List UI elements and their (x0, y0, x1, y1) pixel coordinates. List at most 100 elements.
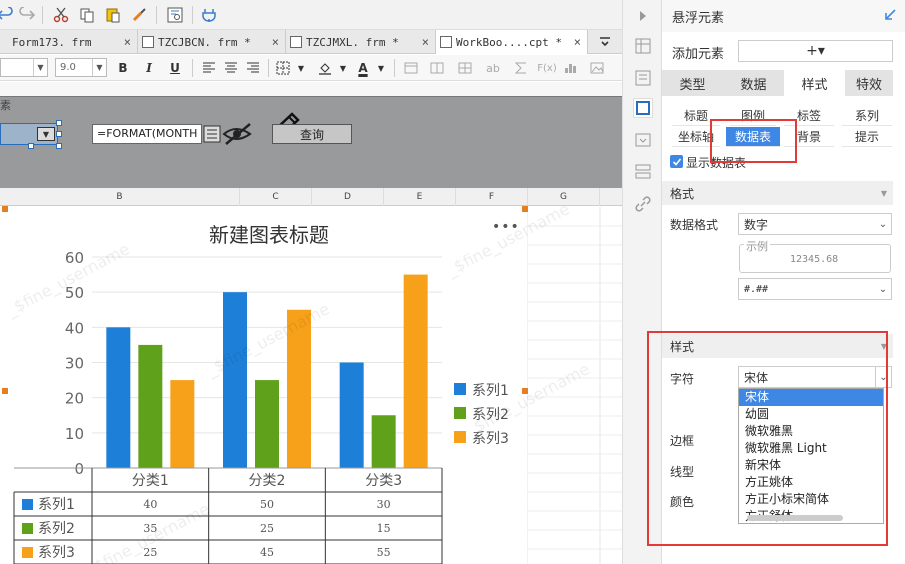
hyperlink-icon[interactable] (633, 194, 653, 214)
close-tab-icon[interactable]: × (422, 35, 429, 49)
y-tick-label: 10 (65, 425, 84, 443)
chart-handle[interactable] (2, 206, 8, 212)
table-cell-value: 15 (377, 522, 391, 535)
close-tab-icon[interactable]: × (124, 35, 131, 49)
image-insert-icon[interactable] (588, 59, 606, 77)
align-center-icon[interactable] (222, 59, 240, 77)
font-family-select[interactable]: ▼ (0, 58, 48, 77)
collapse-icon[interactable] (633, 6, 653, 26)
chart-handle[interactable] (522, 206, 528, 212)
chevron-down-icon[interactable]: ▼ (292, 59, 310, 77)
subtab-tooltip[interactable]: 提示 (842, 127, 892, 147)
file-tab[interactable]: Form173. frm × (0, 30, 138, 54)
close-tab-icon[interactable]: × (272, 35, 279, 49)
chart-handle[interactable] (522, 388, 528, 394)
condition-icon[interactable] (633, 162, 653, 182)
column-g[interactable]: G (528, 188, 600, 206)
table-series-name: 系列2 (38, 521, 75, 537)
add-element-button[interactable]: +▾ (738, 40, 893, 62)
bar (403, 274, 428, 468)
table-cell-value: 25 (143, 546, 157, 559)
chart-insert-icon[interactable] (562, 59, 580, 77)
chart-handle[interactable] (2, 388, 8, 394)
column-c[interactable]: C (240, 188, 312, 206)
tab-style[interactable]: 样式 (784, 70, 845, 96)
close-tab-icon[interactable]: × (574, 35, 581, 49)
undo-icon[interactable] (0, 4, 16, 26)
toolbar-divider (268, 59, 269, 77)
bar (255, 380, 279, 468)
fill-color-icon[interactable] (316, 59, 334, 77)
tab-type[interactable]: 类型 (662, 70, 723, 96)
cut-icon[interactable] (50, 4, 72, 26)
tab-effects[interactable]: 特效 (845, 70, 893, 96)
tab-list-icon[interactable] (594, 31, 616, 53)
plugin-icon[interactable] (198, 4, 220, 26)
resize-handle[interactable] (56, 143, 62, 149)
underline-button[interactable]: U (166, 59, 184, 77)
chevron-down-icon: ▼ (92, 59, 106, 76)
show-table-checkbox[interactable] (670, 155, 683, 168)
column-f[interactable]: F (456, 188, 528, 206)
float-element-icon[interactable] (633, 98, 653, 118)
column-d[interactable]: D (312, 188, 384, 206)
chevron-down-icon[interactable]: ▼ (334, 59, 352, 77)
redo-icon[interactable] (16, 4, 38, 26)
format-painter-icon[interactable] (128, 4, 150, 26)
formula-button[interactable]: F(x) (536, 59, 558, 77)
file-tab-active[interactable]: WorkBoo....cpt * × (436, 30, 588, 54)
italic-button[interactable]: I (140, 59, 158, 77)
style-icon[interactable] (633, 68, 653, 88)
resize-handle[interactable] (56, 131, 62, 137)
font-size-select[interactable]: 9.0 ▼ (55, 58, 107, 77)
table-legend-swatch (22, 523, 33, 534)
bold-button[interactable]: B (114, 59, 132, 77)
file-tab[interactable]: TZCJMXL. frm * × (286, 30, 436, 54)
cell-attributes-icon[interactable] (633, 36, 653, 56)
column-b[interactable]: B (0, 188, 240, 206)
hide-widget-icon[interactable] (202, 122, 254, 146)
column-e[interactable]: E (384, 188, 456, 206)
font-size-value: 9.0 (60, 62, 76, 73)
format-section-title: 格式 (670, 186, 695, 201)
align-left-icon[interactable] (200, 59, 218, 77)
font-color-button[interactable]: A (354, 59, 372, 77)
chevron-down-icon[interactable]: ▼ (372, 59, 390, 77)
table-cell-value: 50 (260, 498, 274, 511)
table-cell-value: 55 (377, 546, 391, 559)
category-label: 分类3 (365, 473, 402, 489)
cell-icon[interactable] (402, 59, 420, 77)
sum-icon[interactable] (512, 59, 530, 77)
format-pattern-select[interactable]: #.## ⌄ (738, 278, 892, 300)
collapse-panel-icon[interactable] (883, 8, 897, 26)
legend-swatch (454, 431, 466, 443)
copy-icon[interactable] (76, 4, 98, 26)
table-legend-swatch (22, 499, 33, 510)
bar (223, 292, 247, 468)
formula-display[interactable]: =FORMAT(MONTH (92, 124, 202, 144)
highlight-box (647, 331, 888, 546)
file-tab-label: TZCJBCN. frm * (158, 35, 251, 49)
bar (371, 415, 396, 468)
file-tab-label: Form173. frm (12, 35, 92, 49)
subtab-series[interactable]: 系列 (842, 106, 892, 126)
data-format-select[interactable]: 数字 ⌄ (738, 213, 892, 235)
grid-icon[interactable] (456, 59, 474, 77)
combo-arrow-icon[interactable]: ▼ (37, 127, 55, 141)
align-right-icon[interactable] (244, 59, 262, 77)
paste-icon[interactable] (102, 4, 124, 26)
parameter-combo[interactable]: ▼ (0, 123, 58, 145)
border-icon[interactable] (274, 59, 292, 77)
resize-handle[interactable] (28, 143, 34, 149)
merge-icon[interactable] (428, 59, 446, 77)
resize-handle[interactable] (56, 120, 62, 126)
widget-icon[interactable] (633, 130, 653, 150)
chart-widget[interactable]: 新建图表标题 ••• 0 10 20 30 40 50 60 分类1 分类2 分类3 系列1 40 50… (12, 207, 526, 564)
query-button[interactable]: 查询 (272, 124, 352, 144)
format-section-header[interactable]: 格式 ▼ (662, 181, 893, 205)
sheet-grid[interactable] (526, 207, 622, 564)
preview-icon[interactable] (164, 4, 186, 26)
tab-data[interactable]: 数据 (723, 70, 784, 96)
file-tab[interactable]: TZCJBCN. frm * × (138, 30, 286, 54)
text-field-button[interactable]: ab (484, 59, 502, 77)
